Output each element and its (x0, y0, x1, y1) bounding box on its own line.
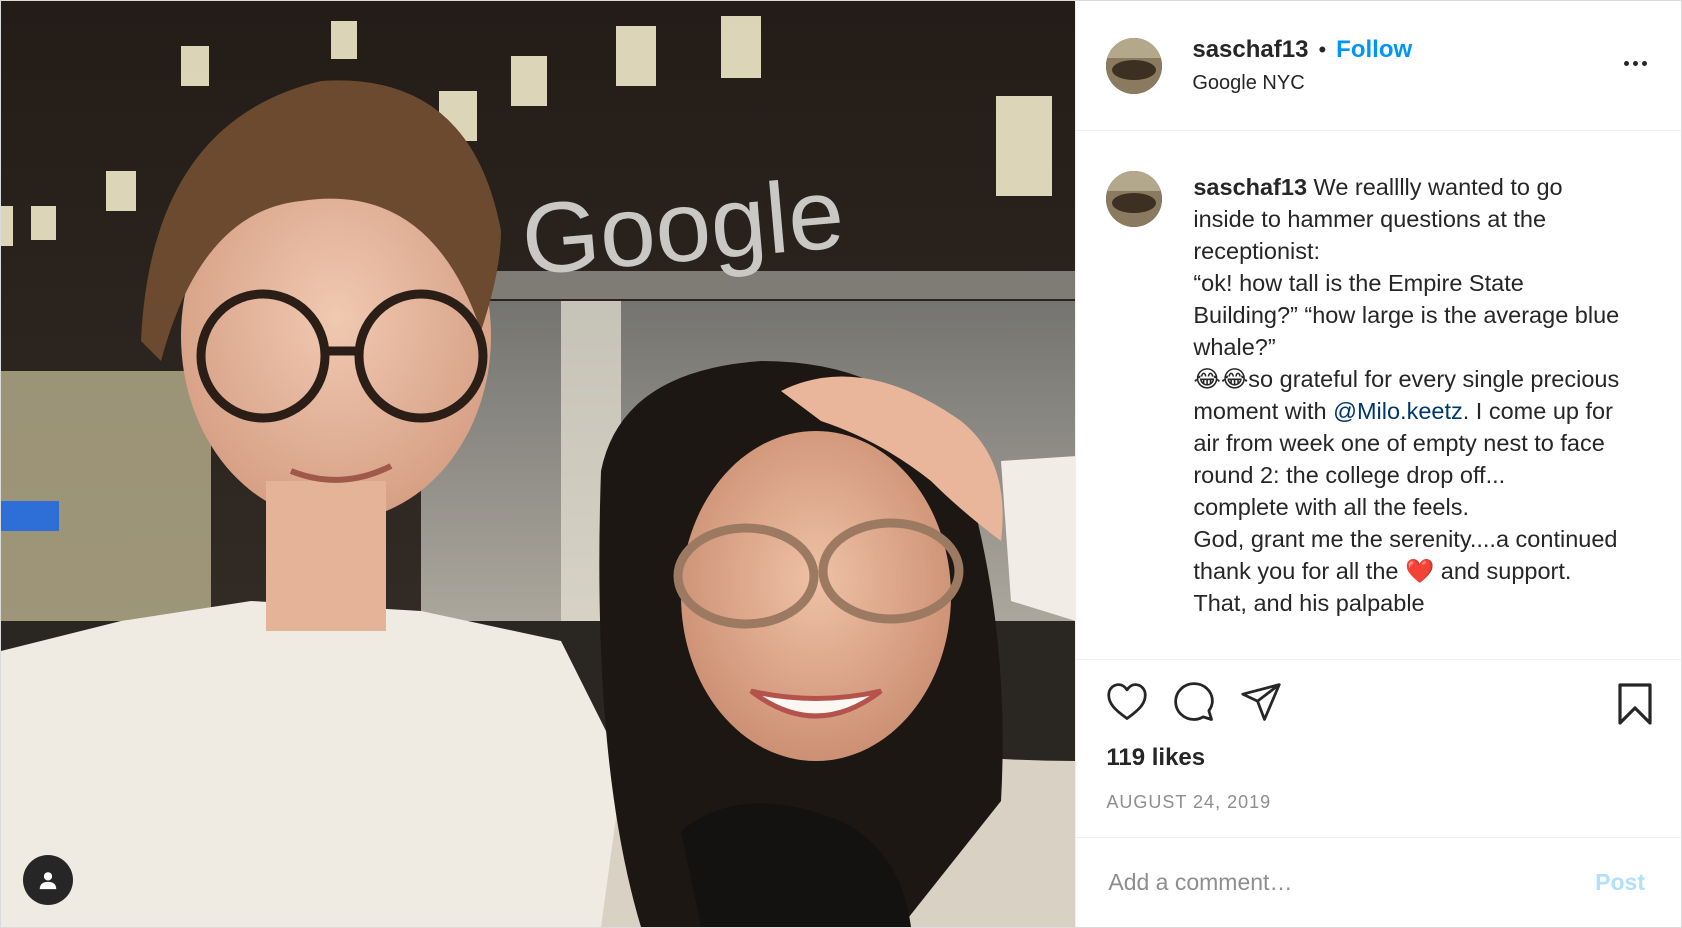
post-comment-button[interactable]: Post (1589, 868, 1651, 897)
bookmark-icon (1618, 683, 1652, 725)
photo-scene: Google (1, 1, 1076, 927)
separator-dot: • (1318, 37, 1327, 62)
share-button[interactable] (1240, 682, 1282, 722)
location-link[interactable]: Google NYC (1192, 72, 1412, 95)
like-button[interactable] (1106, 682, 1148, 722)
caption-username[interactable]: saschaf13 (1193, 174, 1307, 200)
more-options-icon[interactable] (1622, 55, 1649, 72)
heart-icon (1107, 683, 1148, 720)
tag-people-button[interactable] (23, 855, 73, 905)
post-date[interactable]: AUGUST 24, 2019 (1106, 792, 1651, 813)
post-photo[interactable]: Google (1, 1, 1076, 927)
avatar[interactable] (1106, 37, 1163, 94)
mention-link[interactable]: @Milo.keetz (1333, 398, 1463, 424)
caption-text-part-1: We realllly wanted to go inside to hamme… (1193, 174, 1620, 424)
username-link[interactable]: saschaf13 (1192, 36, 1308, 64)
post-header: saschaf13 • Follow Google NYC (1076, 1, 1681, 131)
post-container: Google saschaf13 • Follow Google NYC sas… (0, 0, 1682, 928)
user-tag-icon (39, 872, 57, 890)
comment-form: Post (1076, 837, 1681, 927)
paper-plane-icon (1241, 683, 1282, 721)
avatar-image (1106, 37, 1163, 94)
post-actions: 119 likes AUGUST 24, 2019 (1076, 659, 1681, 837)
save-button[interactable] (1617, 682, 1653, 731)
comment-icon (1174, 682, 1215, 721)
header-names: saschaf13 • Follow Google NYC (1192, 36, 1412, 95)
comment-input[interactable] (1106, 868, 1590, 897)
caption-avatar-image (1106, 171, 1163, 227)
likes-count[interactable]: 119 likes (1106, 744, 1651, 772)
caption-text-part-2: . I come up for air from week one of emp… (1193, 398, 1618, 616)
post-sidebar: saschaf13 • Follow Google NYC saschaf13 … (1075, 1, 1681, 927)
caption-area: saschaf13 We realllly wanted to go insid… (1076, 131, 1681, 659)
follow-button[interactable]: Follow (1336, 36, 1412, 64)
post-caption: saschaf13 We realllly wanted to go insid… (1193, 171, 1623, 659)
caption-avatar[interactable] (1106, 171, 1163, 227)
comment-button[interactable] (1173, 681, 1215, 723)
